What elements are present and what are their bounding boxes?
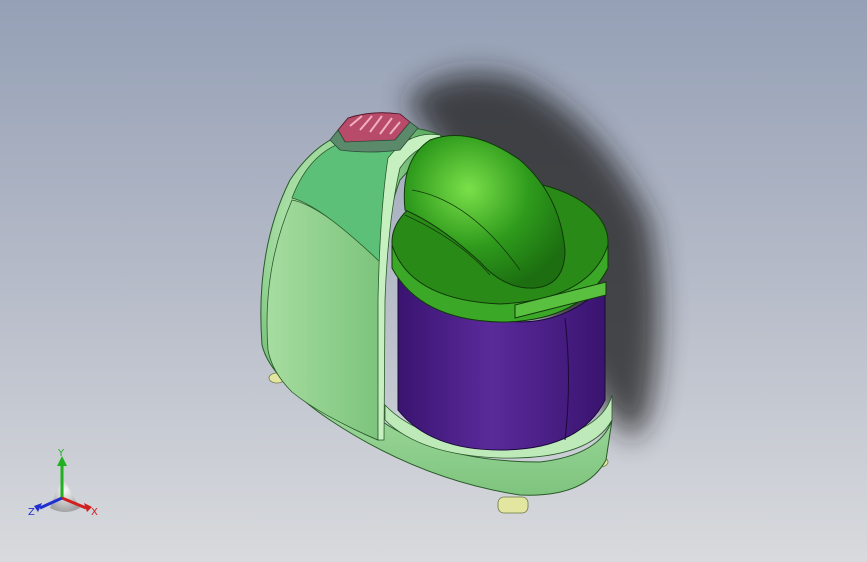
z-axis-label: Z xyxy=(28,507,35,518)
x-axis-label: X xyxy=(91,507,98,518)
graphics-viewport[interactable]: Y X Z xyxy=(0,0,867,562)
y-axis-label: Y xyxy=(57,448,65,459)
triad-cone-shading xyxy=(50,476,80,512)
food-processor-model[interactable] xyxy=(0,0,867,562)
foot-front xyxy=(497,496,529,514)
orientation-triad: Y X Z xyxy=(28,448,98,518)
